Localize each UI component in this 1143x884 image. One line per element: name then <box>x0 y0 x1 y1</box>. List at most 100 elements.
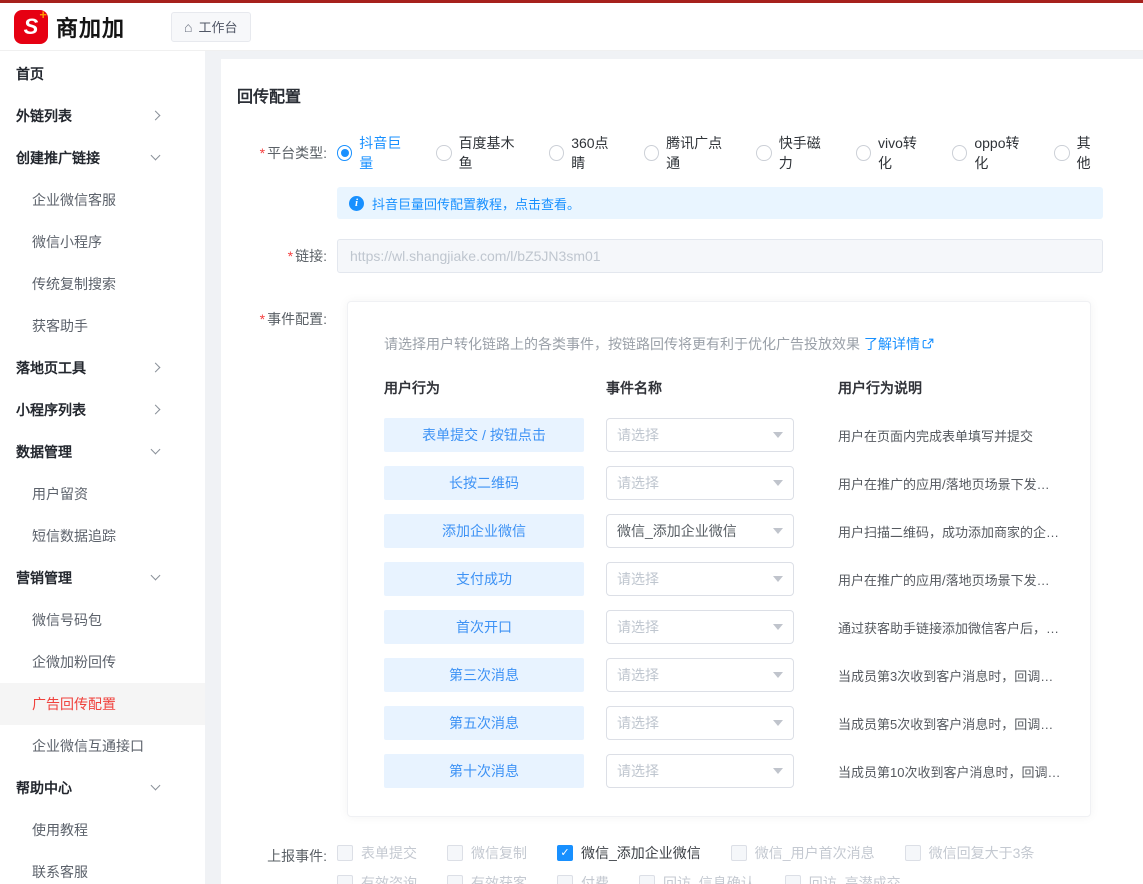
sidebar-item-sms-tracking[interactable]: 短信数据追踪 <box>0 515 205 557</box>
event-config-card: 请选择用户转化链路上的各类事件，按链路回传将更有利于优化广告投放效果了解详情 用… <box>347 301 1091 817</box>
sidebar-item-label: 首页 <box>16 66 44 82</box>
radio-label: 腾讯广点通 <box>666 133 732 173</box>
app-logo[interactable]: S + 商加加 <box>14 10 125 44</box>
radio-tencent[interactable]: 腾讯广点通 <box>644 133 733 173</box>
select-value: 请选择 <box>617 761 659 781</box>
radio-baidu[interactable]: 百度基木鱼 <box>436 133 525 173</box>
tab-workbench-label: 工作台 <box>198 17 237 36</box>
radio-oppo[interactable]: oppo转化 <box>952 133 1030 173</box>
cb-wechat-reply-gt3[interactable]: ✓ 微信回复大于3条 <box>905 843 1035 863</box>
radio-other[interactable]: 其他 <box>1054 133 1103 173</box>
cb-wechat-copy[interactable]: ✓微信复制 <box>447 843 527 863</box>
sidebar-item-label: 小程序列表 <box>16 402 86 418</box>
sidebar-item-wechat-miniprogram[interactable]: 微信小程序 <box>0 221 205 263</box>
event-select-form-submit[interactable]: 请选择 <box>606 418 794 452</box>
logo-mark-icon: S + <box>14 10 48 44</box>
checkbox-icon: ✓ <box>447 875 463 884</box>
select-value: 请选择 <box>617 473 659 493</box>
behavior-desc: 用户在推广的应用/落地页场景下发生的… <box>816 474 1062 493</box>
behavior-button-form-submit[interactable]: 表单提交 / 按钮点击 <box>384 418 584 452</box>
cb-callback-info-confirm[interactable]: ✓回访_信息确认 <box>639 873 755 884</box>
event-select-pay-success[interactable]: 请选择 <box>606 562 794 596</box>
sidebar-item-copy-search[interactable]: 传统复制搜索 <box>0 263 205 305</box>
platform-type-label: *平台类型: <box>237 143 337 163</box>
sidebar-item-miniprogram-list[interactable]: 小程序列表 <box>0 389 205 431</box>
cb-wechat-add-wecom[interactable]: ✓微信_添加企业微信 <box>557 843 701 863</box>
behavior-button-pay-success[interactable]: 支付成功 <box>384 562 584 596</box>
behavior-button-add-wecom[interactable]: 添加企业微信 <box>384 514 584 548</box>
behavior-button-fifth-message[interactable]: 第五次消息 <box>384 706 584 740</box>
event-select-first-message[interactable]: 请选择 <box>606 610 794 644</box>
link-input[interactable]: https://wl.shangjiake.com/l/bZ5JN3sm01 <box>337 239 1103 273</box>
sidebar-item-user-leads[interactable]: 用户留资 <box>0 473 205 515</box>
sidebar-item-label: 联系客服 <box>32 864 88 880</box>
sidebar-item-wecom-service[interactable]: 企业微信客服 <box>0 179 205 221</box>
radio-douyin[interactable]: 抖音巨量 <box>337 133 412 173</box>
behavior-button-tenth-message[interactable]: 第十次消息 <box>384 754 584 788</box>
event-table: 用户行为 事件名称 用户行为说明 表单提交 / 按钮点击 请选择 用户在页面内完… <box>384 378 1062 788</box>
sidebar-item-marketing[interactable]: 营销管理 <box>0 557 205 599</box>
sidebar-item-help-center[interactable]: 帮助中心 <box>0 767 205 809</box>
link-row: *链接: https://wl.shangjiake.com/l/bZ5JN3s… <box>237 239 1103 273</box>
sidebar-item-tutorial[interactable]: 使用教程 <box>0 809 205 851</box>
learn-more-link[interactable]: 了解详情 <box>864 336 920 352</box>
cb-paid[interactable]: ✓付费 <box>557 873 609 884</box>
cb-valid-acquire[interactable]: ✓有效获客 <box>447 873 527 884</box>
radio-kuaishou[interactable]: 快手磁力 <box>756 133 831 173</box>
sidebar-item-ad-callback-config[interactable]: 广告回传配置 <box>0 683 205 725</box>
sidebar-item-label: 用户留资 <box>32 486 88 502</box>
sidebar-item-wecom-fans-callback[interactable]: 企微加粉回传 <box>0 641 205 683</box>
checkbox-icon: ✓ <box>337 845 353 861</box>
sidebar-item-external-links[interactable]: 外链列表 <box>0 95 205 137</box>
sidebar-item-wecom-interconnect[interactable]: 企业微信互通接口 <box>0 725 205 767</box>
sidebar-item-label: 企业微信互通接口 <box>32 738 144 754</box>
checkbox-icon: ✓ <box>447 845 463 861</box>
sidebar-item-create-promo-link[interactable]: 创建推广链接 <box>0 137 205 179</box>
sidebar-item-contact-support[interactable]: 联系客服 <box>0 851 205 884</box>
behavior-button-third-message[interactable]: 第三次消息 <box>384 658 584 692</box>
tab-workbench[interactable]: ⌂ 工作台 <box>171 12 250 42</box>
event-select-fifth-message[interactable]: 请选择 <box>606 706 794 740</box>
chevron-down-icon <box>773 576 783 582</box>
sidebar-item-label: 企业微信客服 <box>32 192 116 208</box>
behavior-button-long-press-qr[interactable]: 长按二维码 <box>384 466 584 500</box>
chevron-right-icon <box>151 363 161 373</box>
sidebar-item-label: 使用教程 <box>32 822 88 838</box>
select-value: 请选择 <box>617 617 659 637</box>
cb-callback-high-intent[interactable]: ✓回访_高潜成交 <box>785 873 901 884</box>
event-select-third-message[interactable]: 请选择 <box>606 658 794 692</box>
checkbox-label: 微信回复大于3条 <box>929 843 1035 863</box>
radio-label: 快手磁力 <box>779 133 832 173</box>
sidebar-item-label: 短信数据追踪 <box>32 528 116 544</box>
checkbox-icon: ✓ <box>785 875 801 884</box>
sidebar: 首页 外链列表 创建推广链接 企业微信客服 微信小程序 传统复制搜索 获客助手 … <box>0 51 205 884</box>
cb-wechat-first-msg[interactable]: ✓微信_用户首次消息 <box>731 843 875 863</box>
event-select-add-wecom[interactable]: 微信_添加企业微信 <box>606 514 794 548</box>
behavior-desc: 用户扫描二维码，成功添加商家的企业微信 <box>816 522 1062 541</box>
chevron-down-icon <box>151 445 161 455</box>
sidebar-item-customer-assistant[interactable]: 获客助手 <box>0 305 205 347</box>
radio-vivo[interactable]: vivo转化 <box>856 133 928 173</box>
sidebar-item-landing-tools[interactable]: 落地页工具 <box>0 347 205 389</box>
event-config-tip-text: 请选择用户转化链路上的各类事件，按链路回传将更有利于优化广告投放效果 <box>384 336 860 352</box>
chevron-down-icon <box>151 571 161 581</box>
sidebar-item-data-management[interactable]: 数据管理 <box>0 431 205 473</box>
sidebar-item-wechat-number-pack[interactable]: 微信号码包 <box>0 599 205 641</box>
sidebar-item-home[interactable]: 首页 <box>0 53 205 95</box>
radio-360[interactable]: 360点睛 <box>549 133 620 173</box>
checkbox-label: 付费 <box>581 873 609 884</box>
checkbox-icon: ✓ <box>337 875 353 884</box>
checkbox-icon: ✓ <box>905 845 921 861</box>
logo-plus-icon: + <box>39 7 47 22</box>
cb-form-submit[interactable]: ✓表单提交 <box>337 843 417 863</box>
event-select-tenth-message[interactable]: 请选择 <box>606 754 794 788</box>
sidebar-item-label: 帮助中心 <box>16 780 72 796</box>
event-select-long-press-qr[interactable]: 请选择 <box>606 466 794 500</box>
behavior-desc: 当成员第3次收到客户消息时，回调此事… <box>816 666 1062 685</box>
report-checkbox-line-2: ✓有效咨询 ✓有效获客 ✓付费 ✓回访_信息确认 ✓回访_高潜成交 <box>337 873 1103 884</box>
tutorial-alert-link[interactable]: 抖音巨量回传配置教程，点击查看。 <box>372 194 580 213</box>
cb-valid-consult[interactable]: ✓有效咨询 <box>337 873 417 884</box>
report-checkbox-line-1: ✓表单提交 ✓微信复制 ✓微信_添加企业微信 ✓微信_用户首次消息 ✓ 微信回复大… <box>337 843 1103 863</box>
behavior-button-first-message[interactable]: 首次开口 <box>384 610 584 644</box>
radio-circle-icon <box>644 145 659 161</box>
